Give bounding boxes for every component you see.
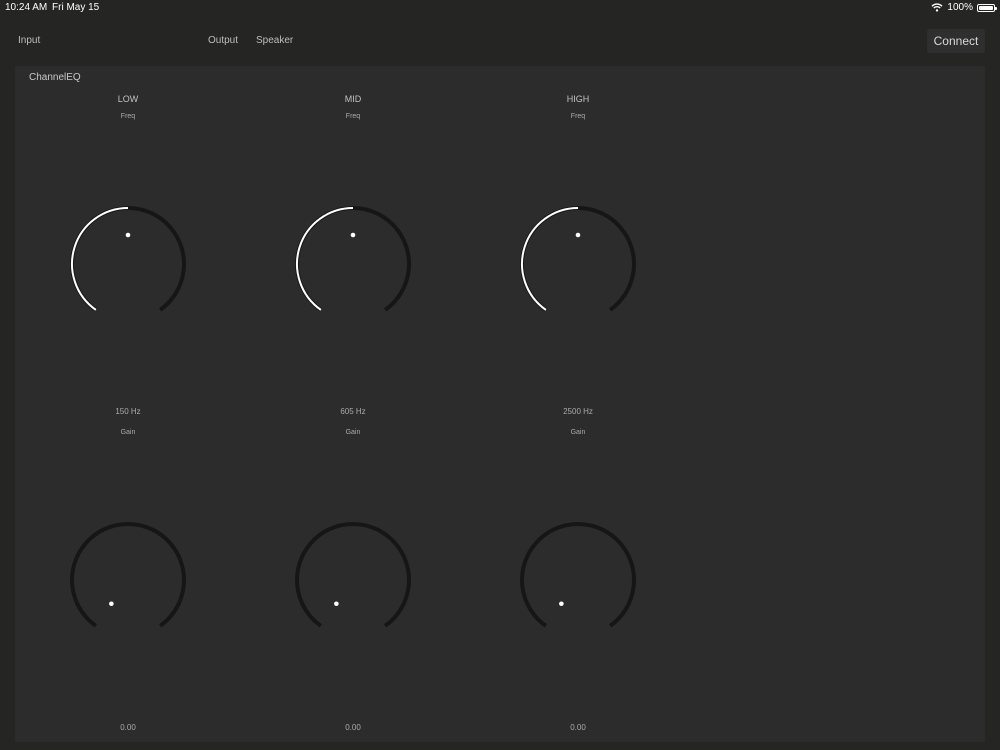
knob-track — [70, 522, 186, 628]
knob-graphic — [70, 522, 186, 628]
band-name: MID — [344, 94, 362, 104]
app-screen: 10:24 AM Fri May 15 100% Input Output Sp… — [0, 0, 1000, 750]
battery-icon — [977, 3, 997, 12]
knob-track — [295, 522, 411, 628]
status-indicators: 100% — [931, 2, 997, 13]
freq-label: Freq — [120, 113, 136, 120]
high-freq-knob[interactable] — [518, 204, 638, 324]
band-high: HIGH Freq 2500 Hz Gain 0.00 — [493, 66, 663, 742]
knob-value-arc — [296, 207, 354, 311]
knob-indicator — [125, 232, 131, 238]
knob-indicator — [109, 601, 114, 607]
speaker-tab[interactable]: Speaker — [256, 35, 293, 46]
connect-button[interactable]: Connect — [927, 29, 985, 53]
knob-indicator — [350, 232, 356, 238]
band-mid: MID Freq 605 Hz Gain 0.00 — [268, 66, 438, 742]
gain-label: Gain — [120, 429, 136, 436]
knob-graphic — [295, 206, 411, 312]
knob-graphic — [520, 522, 636, 628]
status-date: Fri May 15 — [52, 2, 100, 13]
wifi-icon — [931, 3, 943, 12]
status-bar: 10:24 AM Fri May 15 100% — [0, 0, 1000, 16]
gain-value: 0.00 — [120, 723, 136, 732]
toolbar: Input Output Speaker Connect — [0, 18, 1000, 64]
mid-freq-knob[interactable] — [293, 204, 413, 324]
knob-value-arc — [521, 207, 579, 311]
low-gain-knob[interactable] — [68, 520, 188, 640]
freq-value: 2500 Hz — [563, 407, 593, 416]
freq-label: Freq — [570, 113, 586, 120]
low-freq-knob[interactable] — [68, 204, 188, 324]
status-time: 10:24 AM — [5, 2, 48, 13]
input-tab[interactable]: Input — [18, 35, 40, 46]
channel-eq-panel: ChannelEQ LOW Freq 150 Hz Gain 0.00 MID … — [15, 66, 985, 742]
knob-graphic — [70, 206, 186, 312]
freq-label: Freq — [345, 113, 361, 120]
battery-percent: 100% — [947, 2, 973, 13]
gain-value: 0.00 — [570, 723, 586, 732]
gain-value: 0.00 — [345, 723, 361, 732]
knob-value-arc — [71, 207, 129, 311]
mid-gain-knob[interactable] — [293, 520, 413, 640]
knob-indicator — [559, 601, 564, 607]
knob-indicator — [334, 601, 339, 607]
gain-label: Gain — [570, 429, 586, 436]
band-name: HIGH — [566, 94, 590, 104]
knob-track — [520, 522, 636, 628]
output-tab[interactable]: Output — [208, 35, 238, 46]
freq-value: 150 Hz — [115, 407, 141, 416]
gain-label: Gain — [345, 429, 361, 436]
band-name: LOW — [117, 94, 139, 104]
high-gain-knob[interactable] — [518, 520, 638, 640]
freq-value: 605 Hz — [340, 407, 366, 416]
knob-indicator — [575, 232, 581, 238]
knob-graphic — [520, 206, 636, 312]
band-low: LOW Freq 150 Hz Gain 0.00 — [43, 66, 213, 742]
knob-graphic — [295, 522, 411, 628]
